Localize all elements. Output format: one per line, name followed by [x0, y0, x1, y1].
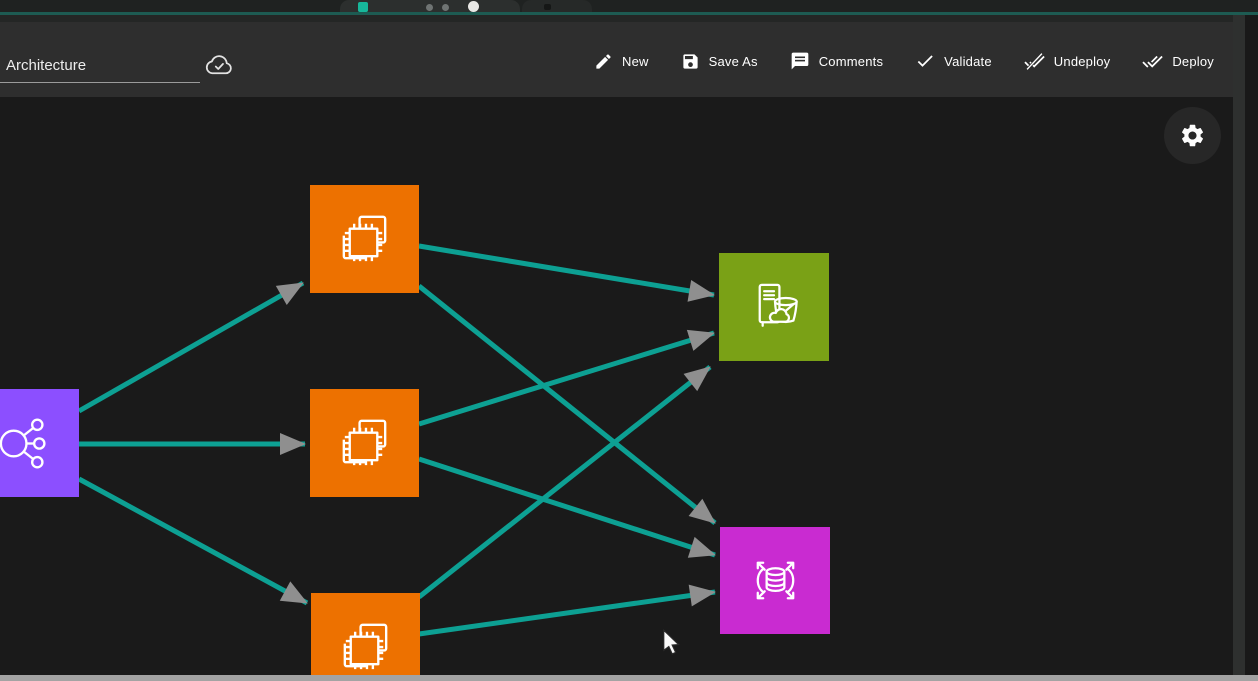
load-balancer-icon [0, 412, 56, 475]
node-compute-2[interactable] [310, 389, 419, 497]
node-compute-1[interactable] [310, 185, 419, 293]
toolbar: New Save As Comments Validate [592, 47, 1216, 75]
storage-backup-icon [743, 276, 806, 339]
tab-glyph [426, 4, 433, 11]
browser-tab[interactable] [522, 0, 592, 12]
app-header: New Save As Comments Validate [0, 22, 1233, 97]
mouse-cursor [662, 629, 681, 656]
browser-tab-favicon [358, 2, 368, 12]
browser-tab-strip [0, 0, 1258, 12]
save-as-button-label: Save As [709, 54, 758, 69]
save-as-button[interactable]: Save As [679, 50, 760, 73]
compute-chip-icon [333, 412, 396, 475]
compute-chip-icon [334, 616, 397, 676]
deploy-button[interactable]: Deploy [1140, 49, 1216, 74]
tab-glyph [442, 4, 449, 11]
vertical-scrollbar[interactable] [1233, 15, 1245, 675]
gear-icon [1179, 122, 1206, 149]
new-button-label: New [622, 54, 649, 69]
horizontal-scrollbar[interactable] [0, 675, 1258, 681]
check-icon [915, 51, 935, 71]
compute-chip-icon [333, 208, 396, 271]
browser-tab-favicon [468, 1, 479, 12]
validate-button[interactable]: Validate [913, 49, 994, 73]
pencil-icon [594, 52, 613, 71]
node-storage[interactable] [719, 253, 829, 361]
node-layer [0, 97, 1233, 675]
double-check-slash-icon [1024, 51, 1045, 72]
chat-icon [790, 51, 810, 71]
validate-button-label: Validate [944, 54, 992, 69]
double-check-icon [1142, 51, 1163, 72]
diagram-name-input[interactable] [0, 53, 200, 83]
node-compute-3[interactable] [311, 593, 420, 675]
comments-button[interactable]: Comments [788, 49, 885, 73]
comments-button-label: Comments [819, 54, 883, 69]
header-top-band [0, 15, 1233, 22]
diagram-canvas[interactable] [0, 97, 1233, 675]
scalable-database-icon [744, 549, 807, 612]
tab-glyph [544, 4, 551, 10]
cloud-check-icon [204, 52, 234, 77]
canvas-settings-button[interactable] [1164, 107, 1221, 164]
node-load-balancer[interactable] [0, 389, 79, 497]
save-icon [681, 52, 700, 71]
deploy-button-label: Deploy [1172, 54, 1214, 69]
node-database[interactable] [720, 527, 830, 634]
browser-tab[interactable] [340, 0, 520, 12]
undeploy-button[interactable]: Undeploy [1022, 49, 1113, 74]
new-button[interactable]: New [592, 50, 651, 73]
undeploy-button-label: Undeploy [1054, 54, 1111, 69]
diagram-name-field [0, 53, 202, 83]
